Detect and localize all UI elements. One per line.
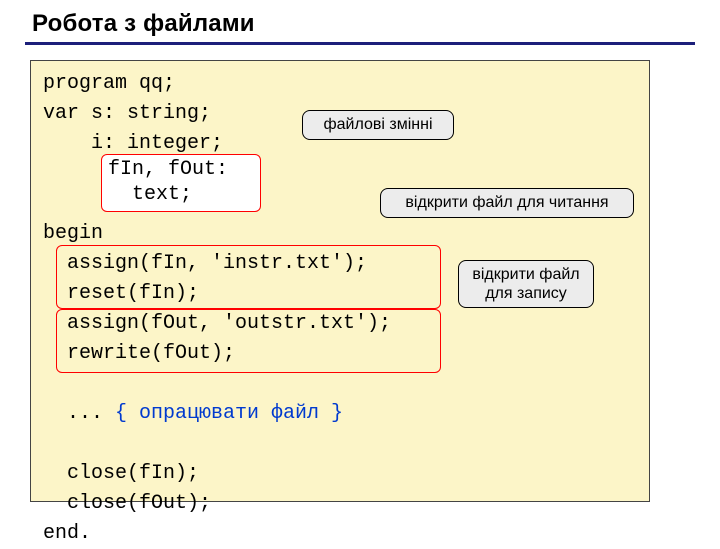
callout-text: відкрити файл xyxy=(472,265,579,284)
page-title: Робота з файлами xyxy=(32,10,255,38)
callout-text: файлові змінні xyxy=(323,116,432,134)
code-comment: { опрацювати файл } xyxy=(115,402,343,425)
code-line: i: integer; xyxy=(43,132,223,155)
code-line: end. xyxy=(43,522,91,545)
highlight-open-read xyxy=(56,245,441,309)
callout-open-write: відкрити файл для запису xyxy=(458,260,594,308)
code-line: close(fIn); xyxy=(43,462,199,485)
callout-text: для запису xyxy=(485,284,567,303)
title-underline xyxy=(25,42,695,45)
callout-text: відкрити файл для читання xyxy=(405,194,608,212)
decl-line: fIn, fOut: xyxy=(108,157,260,182)
highlight-open-write xyxy=(56,309,441,373)
code-line: begin xyxy=(43,222,103,245)
code-line: program qq; xyxy=(43,72,175,95)
highlight-file-vars: fIn, fOut: text; xyxy=(101,154,261,212)
code-line: ... xyxy=(43,402,115,425)
code-line: close(fOut); xyxy=(43,492,211,515)
code-line: var s: string; xyxy=(43,102,211,125)
callout-file-vars: файлові змінні xyxy=(302,110,454,140)
decl-line: text; xyxy=(108,182,260,207)
callout-open-read: відкрити файл для читання xyxy=(380,188,634,218)
